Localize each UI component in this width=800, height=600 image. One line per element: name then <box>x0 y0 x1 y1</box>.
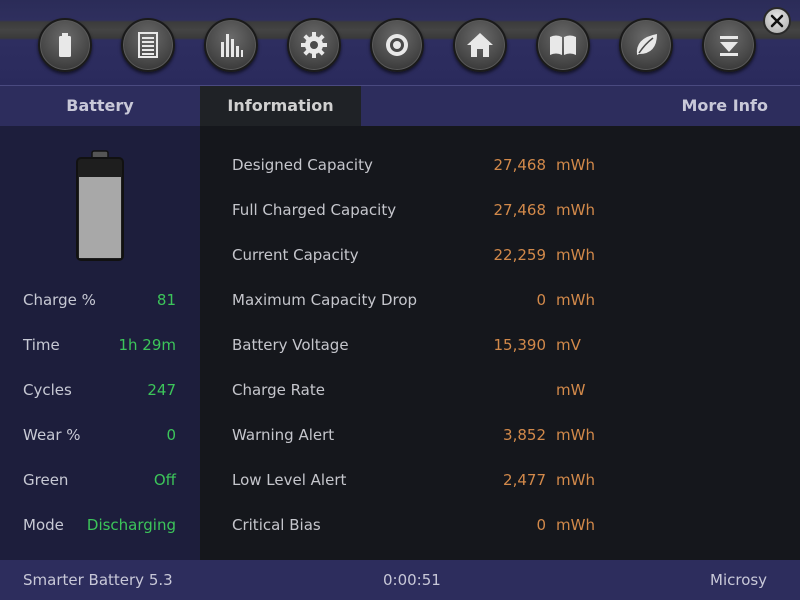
battery-level-icon <box>76 150 124 261</box>
info-unit: mWh <box>556 246 595 264</box>
gear-icon <box>301 32 327 58</box>
info-row-full-charged-capacity: Full Charged Capacity 27,468 mWh <box>232 200 632 220</box>
stat-label: Wear % <box>23 426 81 444</box>
stat-value: 81 <box>156 291 176 309</box>
info-unit: mWh <box>556 471 595 489</box>
info-label: Critical Bias <box>232 516 321 534</box>
bar-chart-icon <box>221 34 243 57</box>
close-button[interactable] <box>763 7 791 35</box>
info-row-max-capacity-drop: Maximum Capacity Drop 0 mWh <box>232 290 632 310</box>
toolbar-button-home[interactable] <box>453 18 507 72</box>
info-value: 0 <box>536 291 546 309</box>
stat-value: 247 <box>147 381 176 399</box>
status-vendor: Microsy <box>710 571 768 589</box>
info-row-designed-capacity: Designed Capacity 27,468 mWh <box>232 155 632 175</box>
info-label: Current Capacity <box>232 246 359 264</box>
toolbar <box>0 0 800 86</box>
home-icon <box>467 33 493 57</box>
info-unit: mV <box>556 336 581 354</box>
info-row-low-level-alert: Low Level Alert 2,477 mWh <box>232 470 632 490</box>
stat-value: 1h 29m <box>118 336 176 354</box>
toolbar-button-settings[interactable] <box>287 18 341 72</box>
information-panel: Designed Capacity 27,468 mWh Full Charge… <box>200 126 800 560</box>
info-unit: mWh <box>556 201 595 219</box>
stat-value: 0 <box>166 426 176 444</box>
info-unit: mWh <box>556 156 595 174</box>
toolbar-button-book[interactable] <box>536 18 590 72</box>
info-row-critical-bias: Critical Bias 0 mWh <box>232 515 632 535</box>
stat-value: Discharging <box>86 516 176 534</box>
info-row-current-capacity: Current Capacity 22,259 mWh <box>232 245 632 265</box>
info-label: Charge Rate <box>232 381 325 399</box>
info-label: Designed Capacity <box>232 156 373 174</box>
info-value: 2,477 <box>503 471 546 489</box>
stat-label: Mode <box>23 516 64 534</box>
tab-more-info[interactable]: More Info <box>681 86 768 126</box>
stat-wear: Wear % 0 <box>23 425 176 445</box>
info-label: Warning Alert <box>232 426 335 444</box>
info-value: 27,468 <box>493 156 547 174</box>
close-icon <box>770 14 784 28</box>
stat-charge: Charge % 81 <box>23 290 176 310</box>
info-row-charge-rate: Charge Rate mW <box>232 380 632 400</box>
stat-value: Off <box>153 471 176 489</box>
info-value: 0 <box>536 516 546 534</box>
eject-down-icon <box>720 36 738 56</box>
info-row-battery-voltage: Battery Voltage 15,390 mV <box>232 335 632 355</box>
leaf-icon <box>636 34 657 55</box>
target-icon <box>386 34 408 56</box>
status-bar: Smarter Battery 5.3 0:00:51 Microsy <box>0 560 800 600</box>
book-icon <box>550 35 576 55</box>
battery-summary-panel: Charge % 81 Time 1h 29m Cycles 247 Wear … <box>0 126 200 560</box>
tab-information[interactable]: Information <box>200 86 361 126</box>
toolbar-button-target[interactable] <box>370 18 424 72</box>
toolbar-button-stats[interactable] <box>204 18 258 72</box>
info-unit: mWh <box>556 516 595 534</box>
info-unit: mWh <box>556 426 595 444</box>
info-value: 15,390 <box>493 336 547 354</box>
info-label: Full Charged Capacity <box>232 201 397 219</box>
stat-label: Cycles <box>23 381 72 399</box>
stat-label: Time <box>23 336 60 354</box>
toolbar-button-list[interactable] <box>121 18 175 72</box>
app-version: Smarter Battery 5.3 <box>23 571 173 589</box>
info-row-warning-alert: Warning Alert 3,852 mWh <box>232 425 632 445</box>
toolbar-button-minimize[interactable] <box>702 18 756 72</box>
elapsed-time: 0:00:51 <box>383 571 441 589</box>
info-label: Low Level Alert <box>232 471 347 489</box>
stat-mode: Mode Discharging <box>23 515 176 535</box>
stat-time: Time 1h 29m <box>23 335 176 355</box>
stat-cycles: Cycles 247 <box>23 380 176 400</box>
tab-bar: Battery Information More Info <box>0 86 800 126</box>
stat-label: Green <box>23 471 69 489</box>
toolbar-button-battery[interactable] <box>38 18 92 72</box>
info-unit: mWh <box>556 291 595 309</box>
tab-battery[interactable]: Battery <box>0 86 200 126</box>
list-icon <box>138 32 158 58</box>
info-value: 3,852 <box>503 426 546 444</box>
info-value: 27,468 <box>493 201 547 219</box>
info-label: Battery Voltage <box>232 336 349 354</box>
battery-icon <box>59 33 71 57</box>
stat-label: Charge % <box>23 291 96 309</box>
toolbar-button-green[interactable] <box>619 18 673 72</box>
stat-green: Green Off <box>23 470 176 490</box>
info-label: Maximum Capacity Drop <box>232 291 418 309</box>
info-value: 22,259 <box>493 246 547 264</box>
info-unit: mW <box>556 381 586 399</box>
